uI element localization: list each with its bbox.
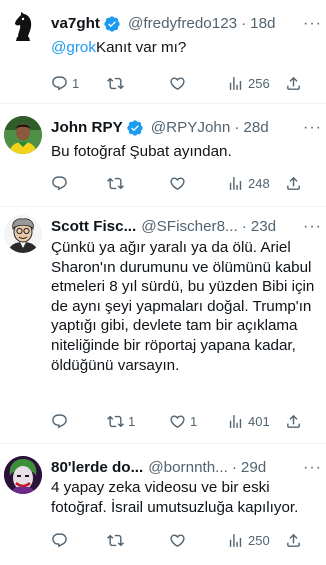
view-count: 248 bbox=[248, 175, 270, 191]
tweet-header: 80'lerde do... @bornnth... · 29d ··· bbox=[51, 458, 322, 478]
like-count: 1 bbox=[190, 413, 198, 429]
avatar[interactable] bbox=[4, 8, 42, 46]
more-options-icon[interactable]: ··· bbox=[297, 217, 322, 237]
view-count: 256 bbox=[248, 75, 270, 91]
retweet-button[interactable]: 1 bbox=[107, 411, 135, 431]
tweet-text: Çünkü ya ağır yaralı ya da ölü. Ariel Sh… bbox=[51, 238, 318, 375]
reply-button[interactable]: 1 bbox=[51, 73, 79, 93]
tweet-text-content: Kanıt var mı? bbox=[95, 39, 187, 56]
retweet-icon bbox=[107, 177, 124, 189]
timestamp[interactable]: 29d bbox=[241, 458, 266, 478]
more-options-icon[interactable]: ··· bbox=[297, 458, 322, 478]
retweet-button[interactable] bbox=[107, 73, 128, 93]
user-handle[interactable]: @fredyfredo123 bbox=[128, 14, 237, 34]
more-options-icon[interactable]: ··· bbox=[297, 118, 322, 138]
view-count: 401 bbox=[248, 413, 270, 429]
like-button[interactable] bbox=[169, 73, 190, 93]
retweet-icon bbox=[107, 415, 124, 427]
share-button[interactable] bbox=[285, 173, 302, 193]
separator-dot: · bbox=[241, 15, 247, 32]
tweet-header: Scott Fisc... @SFischer8... · 23d ··· bbox=[51, 217, 322, 237]
share-button[interactable] bbox=[285, 73, 302, 93]
tweet-header: John RPY @RPYJohn · 28d ··· bbox=[51, 118, 322, 138]
display-name[interactable]: Scott Fisc... bbox=[51, 217, 136, 237]
share-icon bbox=[287, 414, 300, 428]
display-name[interactable]: John RPY bbox=[51, 118, 123, 138]
timestamp[interactable]: 18d bbox=[250, 14, 275, 34]
views-chart-icon bbox=[229, 533, 242, 547]
user-handle[interactable]: @RPYJohn bbox=[151, 118, 231, 138]
reply-count: 1 bbox=[72, 75, 80, 91]
like-button[interactable] bbox=[169, 173, 190, 193]
heart-icon bbox=[170, 76, 185, 90]
separator-dot: · bbox=[241, 218, 247, 235]
views-button[interactable]: 256 bbox=[227, 73, 270, 93]
views-chart-icon bbox=[229, 176, 242, 190]
display-name[interactable]: 80'lerde do... bbox=[51, 458, 143, 478]
timestamp[interactable]: 23d bbox=[251, 217, 276, 237]
reply-icon bbox=[52, 413, 67, 428]
avatar[interactable] bbox=[4, 456, 42, 494]
reply-icon bbox=[52, 175, 67, 190]
heart-icon bbox=[170, 176, 185, 190]
separator-dot: · bbox=[231, 459, 237, 476]
tweet-text-content: Bu fotoğraf Şubat ayından. bbox=[51, 143, 232, 160]
tweet-3[interactable]: Scott Fisc... @SFischer8... · 23d ··· Çü… bbox=[0, 207, 326, 444]
tweet-header: va7ght @fredyfredo123 · 18d ··· bbox=[51, 14, 322, 34]
more-options-icon[interactable]: ··· bbox=[297, 14, 322, 34]
verified-badge-icon bbox=[127, 120, 143, 136]
tweet-text-content: Çünkü ya ağır yaralı ya da ölü. Ariel Sh… bbox=[51, 239, 315, 374]
tweet-text: 4 yapay zeka videosu ve bir eski fotoğra… bbox=[51, 478, 318, 517]
retweet-icon bbox=[107, 534, 124, 546]
verified-badge-icon bbox=[104, 16, 120, 32]
user-handle[interactable]: @SFischer8... bbox=[141, 217, 237, 237]
cartoon-portrait-icon bbox=[4, 215, 42, 253]
views-button[interactable]: 248 bbox=[227, 173, 270, 193]
reply-icon bbox=[52, 75, 67, 90]
share-icon bbox=[287, 533, 300, 547]
tweet-text: Bu fotoğraf Şubat ayından. bbox=[51, 142, 318, 162]
action-bar: 250 bbox=[51, 530, 303, 550]
tweet-2[interactable]: John RPY @RPYJohn · 28d ··· Bu fotoğraf … bbox=[0, 104, 326, 207]
mention-link[interactable]: @grok bbox=[51, 39, 96, 56]
action-bar: 1 256 bbox=[51, 73, 303, 93]
avatar[interactable] bbox=[4, 215, 42, 253]
retweet-button[interactable] bbox=[107, 530, 128, 550]
reply-button[interactable] bbox=[51, 411, 72, 431]
chess-knight-icon bbox=[15, 12, 32, 41]
share-icon bbox=[287, 176, 300, 190]
joker-face-icon bbox=[4, 456, 42, 494]
tweet-text-content: 4 yapay zeka videosu ve bir eski fotoğra… bbox=[51, 479, 299, 516]
action-bar: 248 bbox=[51, 173, 303, 193]
share-icon bbox=[287, 76, 300, 90]
heart-icon bbox=[170, 414, 185, 428]
views-chart-icon bbox=[229, 414, 242, 428]
retweet-button[interactable] bbox=[107, 173, 128, 193]
retweet-count: 1 bbox=[128, 413, 136, 429]
separator-dot: · bbox=[234, 119, 240, 136]
tweet-text: @grokKanıt var mı? bbox=[51, 38, 318, 58]
reply-button[interactable] bbox=[51, 173, 72, 193]
reply-button[interactable] bbox=[51, 530, 72, 550]
user-handle[interactable]: @bornnth... bbox=[148, 458, 228, 478]
timestamp[interactable]: 28d bbox=[243, 118, 268, 138]
views-chart-icon bbox=[229, 76, 242, 90]
tweet-1[interactable]: va7ght @fredyfredo123 · 18d ··· @grokKan… bbox=[0, 0, 326, 104]
avatar[interactable] bbox=[4, 116, 42, 154]
action-bar: 1 1 401 bbox=[51, 411, 303, 431]
retweet-icon bbox=[107, 77, 124, 89]
views-button[interactable]: 250 bbox=[227, 530, 270, 550]
heart-icon bbox=[170, 533, 185, 547]
share-button[interactable] bbox=[285, 411, 302, 431]
display-name[interactable]: va7ght bbox=[51, 14, 100, 34]
views-button[interactable]: 401 bbox=[227, 411, 270, 431]
tweet-4[interactable]: 80'lerde do... @bornnth... · 29d ··· 4 y… bbox=[0, 444, 326, 565]
reply-icon bbox=[52, 532, 67, 547]
like-button[interactable]: 1 bbox=[169, 411, 197, 431]
view-count: 250 bbox=[248, 532, 270, 548]
share-button[interactable] bbox=[285, 530, 302, 550]
player-photo-icon bbox=[4, 116, 42, 154]
like-button[interactable] bbox=[169, 530, 190, 550]
